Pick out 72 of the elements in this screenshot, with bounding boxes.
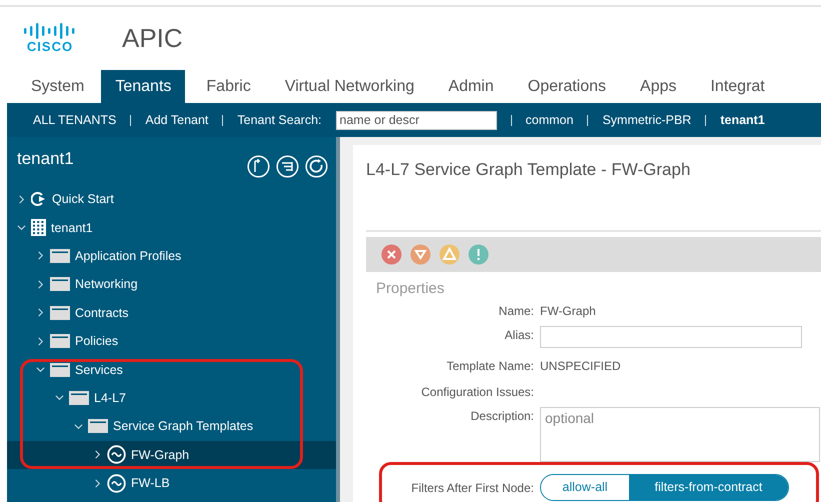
alias-field[interactable] (540, 326, 802, 348)
tree-item[interactable]: Policies (7, 326, 336, 356)
field-value: FW-Graph (540, 303, 597, 318)
tree-item[interactable]: Networking (7, 270, 336, 299)
chevron-right-icon[interactable] (36, 280, 45, 289)
play-circle-icon (31, 191, 47, 208)
tree-item[interactable]: Service Graph Templates (7, 412, 336, 441)
panel-title: L4-L7 Service Graph Template - FW-Graph (366, 160, 692, 181)
chevron-down-icon[interactable] (74, 422, 83, 431)
subnav-link[interactable]: ALL TENANTS (33, 113, 116, 127)
folder-icon (88, 419, 108, 434)
error-icon (380, 243, 403, 266)
chevron-right-icon[interactable] (93, 450, 102, 460)
folder-icon (69, 390, 89, 405)
flag-icon[interactable] (247, 155, 270, 178)
tenant-link[interactable]: common (526, 113, 574, 127)
field-label: Name: (498, 303, 534, 318)
nav-tab[interactable]: Virtual Networking (268, 70, 432, 103)
tree-item[interactable]: Quick Start (7, 185, 336, 214)
folder-icon (50, 306, 70, 320)
folder-icon (50, 362, 70, 377)
folder-icon (50, 277, 70, 292)
chevron-right-icon[interactable] (36, 308, 45, 318)
field-label: Template Name: (446, 358, 534, 373)
field-label: Configuration Issues: (420, 384, 534, 399)
nav-tab[interactable]: Operations (510, 70, 624, 103)
chevron-right-icon[interactable] (17, 194, 26, 204)
field-value: UNSPECIFIED (540, 358, 622, 373)
app-title: APIC (122, 23, 183, 54)
tree-item[interactable]: FW-LB (7, 468, 336, 498)
nav-tab[interactable]: Fabric (189, 70, 268, 103)
tenant-search-field[interactable]: name or descr (336, 110, 496, 130)
logo-text: CISCO (26, 39, 74, 54)
field-label: Alias: (504, 327, 534, 342)
folder-icon (50, 334, 70, 348)
building-icon (31, 219, 46, 236)
chevron-right-icon[interactable] (36, 336, 45, 346)
nav-tab[interactable]: Tenants (101, 70, 186, 103)
tree-item[interactable]: FW-Graph (7, 440, 336, 469)
toggle-option[interactable]: filters-from-contract (629, 474, 788, 500)
tree-item[interactable]: L4-L7 (7, 384, 336, 412)
chevron-down-icon[interactable] (36, 365, 45, 374)
logo-bars-icon (24, 23, 76, 39)
tree-item[interactable]: tenant1 (7, 213, 336, 242)
description-field[interactable]: optional (540, 407, 820, 462)
search-label: Tenant Search: (237, 113, 322, 127)
warning-icon (438, 243, 461, 266)
tenant-link[interactable]: Symmetric-PBR (602, 113, 692, 127)
list-icon[interactable] (276, 155, 299, 178)
tenant-link[interactable]: tenant1 (720, 113, 765, 127)
chevron-down-icon[interactable] (55, 393, 64, 402)
caret-down-icon (409, 243, 432, 266)
nav-tab[interactable]: Admin (431, 70, 511, 103)
section-title: Properties (375, 279, 446, 299)
nav-tab[interactable]: Integrat (693, 70, 782, 103)
chevron-right-icon[interactable] (36, 251, 45, 260)
info-icon (467, 243, 490, 266)
nav-tab[interactable]: System (14, 70, 102, 103)
subnav-link[interactable]: Add Tenant (145, 113, 208, 127)
nav-tab[interactable]: Apps (623, 70, 694, 103)
chevron-down-icon[interactable] (17, 223, 26, 232)
wave-circle-icon (107, 474, 126, 493)
folder-icon (50, 248, 70, 263)
sidebar-title: tenant1 (17, 149, 74, 170)
refresh-icon[interactable] (305, 155, 328, 178)
chevron-right-icon[interactable] (93, 478, 102, 488)
field-label: Description: (470, 408, 534, 423)
wave-circle-icon (107, 445, 126, 464)
field-label: Filters After First Node: (410, 480, 534, 495)
tree-item[interactable]: Contracts (7, 298, 336, 327)
tree-item[interactable]: Services (7, 355, 336, 384)
tree-item[interactable]: Application Profiles (7, 242, 336, 270)
